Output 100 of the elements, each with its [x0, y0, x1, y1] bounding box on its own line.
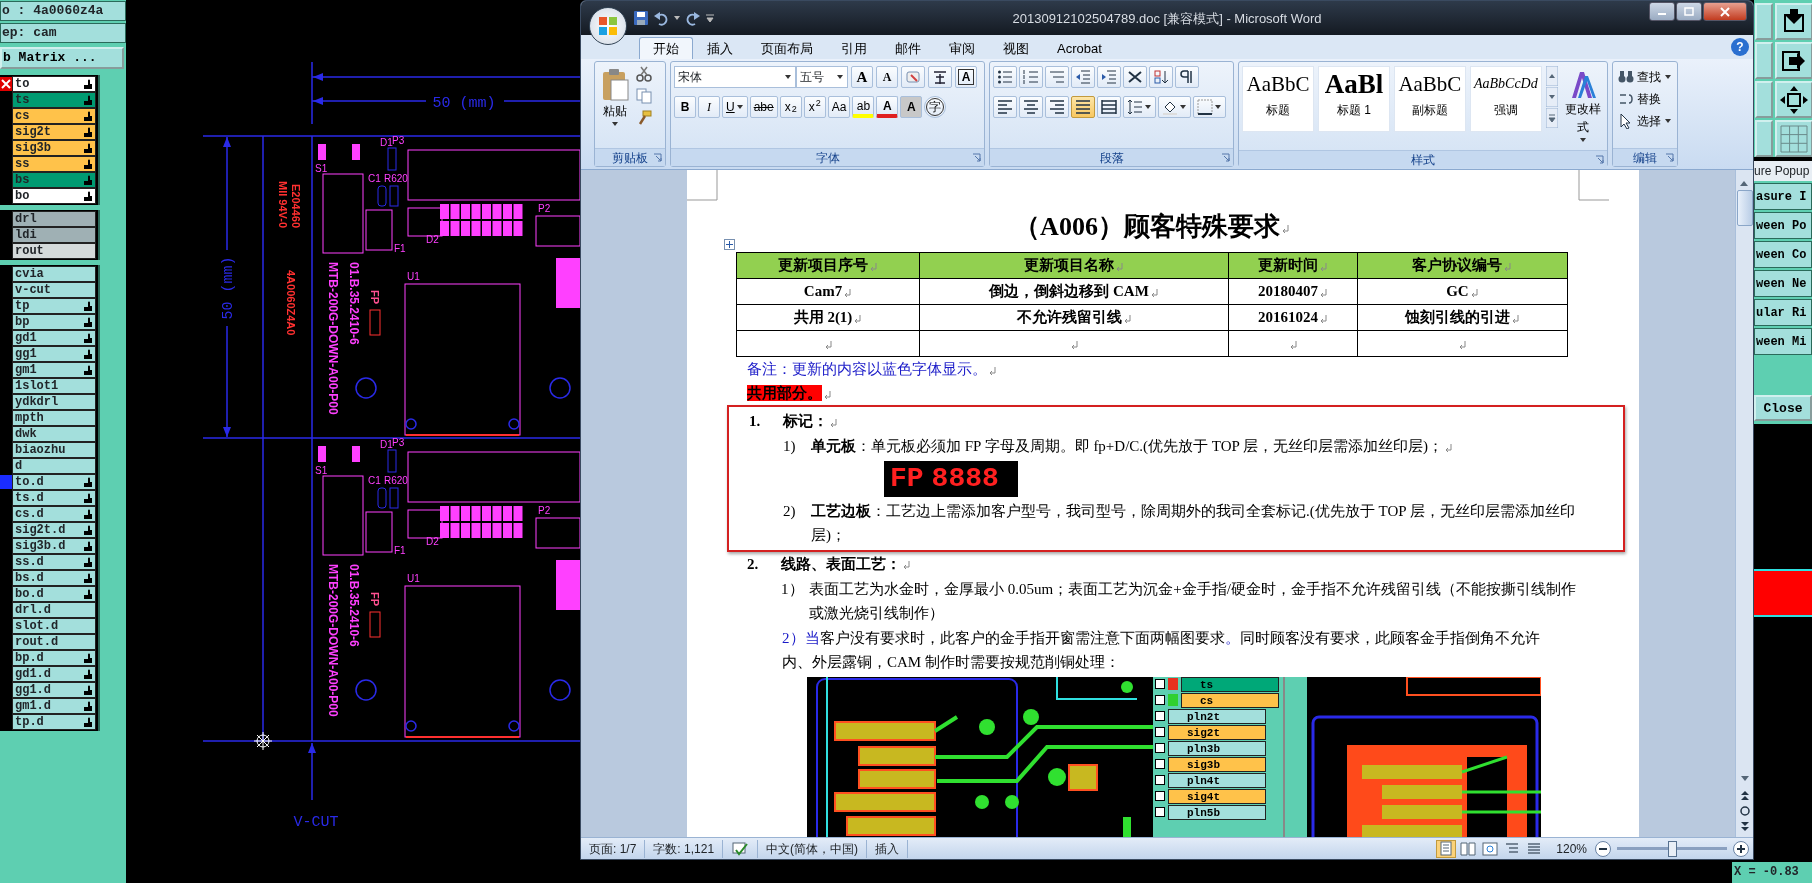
layer-item[interactable]: gm1 [12, 362, 96, 378]
layer-item[interactable]: bs.d [12, 570, 96, 586]
layer-item[interactable]: sig3b [12, 140, 96, 156]
layer-item[interactable]: gg1 [12, 346, 96, 362]
align-button[interactable] [1071, 96, 1095, 118]
office-button[interactable] [589, 7, 627, 45]
checkbox-icon[interactable] [1155, 695, 1165, 705]
ribbon-tab[interactable]: Acrobat [1043, 37, 1116, 59]
dialog-launcher-icon[interactable] [653, 153, 662, 162]
layer-item[interactable]: ldi [12, 227, 96, 243]
change-styles-button[interactable]: 更改样式 [1561, 66, 1604, 146]
layer-item[interactable]: sig3b.d [12, 538, 96, 554]
align-button[interactable] [993, 96, 1017, 118]
layer-item[interactable]: bs [12, 172, 96, 188]
checkbox-icon[interactable] [1155, 775, 1165, 785]
style-gallery-item[interactable]: AaBl 标题 1 [1317, 66, 1390, 132]
layer-item[interactable]: gg1.d [12, 682, 96, 698]
scroll-up-icon[interactable] [1545, 66, 1558, 86]
scroll-down-icon[interactable] [1545, 87, 1558, 107]
layer-item[interactable]: sig2t [12, 124, 96, 140]
popup-item[interactable]: ween Ne [1754, 270, 1812, 297]
browse-object-icon[interactable] [1737, 805, 1753, 817]
layer-item[interactable]: ydkdrl [12, 394, 96, 410]
align-button[interactable] [1045, 96, 1069, 118]
ribbon-tab[interactable]: 插入 [693, 37, 747, 59]
strikethrough-button[interactable]: abe [749, 96, 778, 118]
editing-button[interactable]: 查找 [1616, 66, 1674, 88]
paragraph-tool-button[interactable] [1175, 66, 1199, 88]
close-button[interactable]: Close [1754, 395, 1812, 421]
popup-item[interactable]: ween Mi [1754, 328, 1812, 355]
layer-item[interactable]: d [12, 458, 96, 474]
layer-item[interactable]: biaozhu [12, 442, 96, 458]
layer-item[interactable]: 1slot1 [12, 378, 96, 394]
paragraph-tool-button[interactable] [993, 66, 1017, 88]
layer-item[interactable]: bp [12, 314, 96, 330]
style-gallery-item[interactable]: AaBbC 副标题 [1393, 66, 1466, 132]
layer-item[interactable]: mpth [12, 410, 96, 426]
ribbon-tab[interactable]: 视图 [989, 37, 1043, 59]
ribbon-tab[interactable]: 邮件 [881, 37, 935, 59]
ribbon-tab[interactable]: 引用 [827, 37, 881, 59]
checkbox-icon[interactable] [1155, 711, 1165, 721]
layer-item[interactable]: rout.d [12, 634, 96, 650]
checkbox-icon[interactable] [1155, 727, 1165, 737]
help-button[interactable]: ? [1731, 38, 1749, 56]
scissors-icon[interactable] [636, 66, 652, 82]
layer-item[interactable]: to [12, 76, 96, 92]
layer-item[interactable]: tp.d [12, 714, 96, 730]
layer-item[interactable]: gd1 [12, 330, 96, 346]
layer-item[interactable]: ss.d [12, 554, 96, 570]
grow-font-button[interactable]: A [851, 66, 873, 88]
maximize-button[interactable] [1676, 2, 1702, 21]
tool-button[interactable] [1775, 81, 1812, 118]
zoom-out-button[interactable] [1595, 840, 1611, 857]
ribbon-tab[interactable]: 审阅 [935, 37, 989, 59]
layer-item[interactable]: bo [12, 188, 96, 204]
view-button[interactable] [1436, 839, 1457, 858]
dialog-launcher-icon[interactable] [1595, 155, 1604, 164]
layer-item[interactable]: ts [1181, 676, 1279, 692]
layer-item[interactable]: ss [12, 156, 96, 172]
layer-item[interactable]: sig3b [1168, 756, 1266, 772]
clear-format-button[interactable] [901, 66, 925, 88]
layer-item[interactable]: pln2t [1168, 708, 1266, 724]
layer-item[interactable]: sig2t.d [12, 522, 96, 538]
shading-button[interactable] [1158, 96, 1191, 118]
layer-item[interactable]: rout [12, 243, 96, 259]
checkbox-icon[interactable] [1155, 791, 1165, 801]
underline-button[interactable]: U [722, 96, 748, 118]
close-icon[interactable] [0, 77, 12, 91]
ribbon-tab[interactable]: 页面布局 [747, 37, 827, 59]
highlight-button[interactable]: ab [852, 96, 875, 118]
subscript-button[interactable]: x$_{2}$ [779, 96, 802, 118]
view-button[interactable] [1458, 839, 1479, 858]
editing-button[interactable]: 替换 [1616, 88, 1674, 110]
dialog-launcher-icon[interactable] [972, 153, 981, 162]
align-button[interactable] [1097, 96, 1121, 118]
superscript-button[interactable]: x$^{2}$ [803, 96, 826, 118]
table-move-handle-icon[interactable] [724, 239, 735, 250]
spelling-check-icon[interactable] [731, 841, 750, 858]
redo-icon[interactable] [685, 10, 701, 26]
dialog-launcher-icon[interactable] [1665, 153, 1674, 162]
layer-item[interactable]: ts [12, 92, 96, 108]
close-button[interactable] [1703, 2, 1747, 21]
layer-item[interactable]: pln4t [1168, 772, 1266, 788]
checkbox-icon[interactable] [1155, 679, 1165, 689]
font-name-field[interactable]: 宋体 [674, 66, 796, 88]
line-spacing-button[interactable] [1123, 96, 1156, 118]
zoom-in-button[interactable] [1733, 840, 1749, 857]
popup-item[interactable]: asure I [1754, 183, 1812, 210]
popup-item[interactable]: ween Co [1754, 241, 1812, 268]
layer-item[interactable]: to.d [12, 474, 96, 490]
save-icon[interactable] [633, 10, 649, 26]
paste-button[interactable]: 粘贴 [598, 66, 632, 144]
character-shading-button[interactable]: A [900, 96, 923, 118]
popup-item[interactable]: ween Po [1754, 212, 1812, 239]
slider-thumb[interactable] [1668, 840, 1677, 857]
layer-item[interactable]: gm1.d [12, 698, 96, 714]
tool-button[interactable] [1775, 3, 1812, 40]
layer-item[interactable]: v-cut [12, 282, 96, 298]
layer-item[interactable]: cs [12, 108, 96, 124]
paintbrush-icon[interactable] [636, 110, 652, 126]
